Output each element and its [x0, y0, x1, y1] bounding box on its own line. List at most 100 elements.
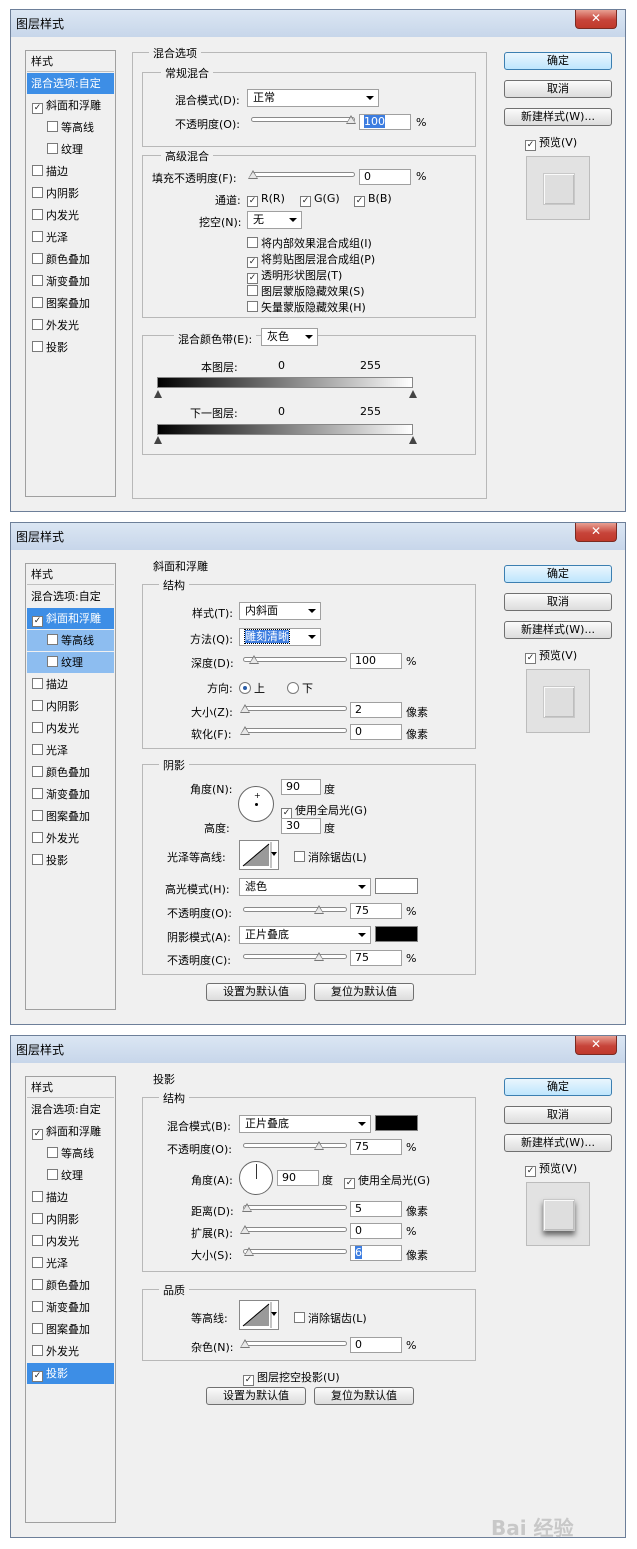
- fill-opacity-slider[interactable]: [248, 170, 355, 179]
- direction-down-radio[interactable]: 下: [287, 680, 313, 696]
- noise-slider[interactable]: [240, 1339, 347, 1348]
- close-button[interactable]: ✕: [575, 1036, 617, 1055]
- shadow-opacity-input[interactable]: 75: [350, 950, 402, 966]
- style-inner-shadow[interactable]: 内阴影: [27, 1209, 119, 1230]
- checkbox-icon[interactable]: [32, 788, 43, 799]
- cancel-button[interactable]: 取消: [504, 593, 612, 611]
- style-gradient-overlay[interactable]: 渐变叠加: [27, 1297, 119, 1318]
- shadow-color-swatch[interactable]: [375, 1115, 418, 1131]
- layer-knocks-out-checkbox[interactable]: ✓ 图层挖空投影(U): [243, 1369, 340, 1386]
- checkbox-icon[interactable]: [32, 700, 43, 711]
- slider-thumb[interactable]: [314, 905, 324, 914]
- style-pattern-overlay[interactable]: 图案叠加: [27, 293, 119, 314]
- fill-opacity-input[interactable]: 0: [359, 169, 411, 185]
- checkbox-icon[interactable]: [32, 275, 43, 286]
- checkbox-icon[interactable]: ✓: [247, 196, 258, 207]
- slider-thumb[interactable]: [409, 436, 417, 444]
- close-button[interactable]: ✕: [575, 523, 617, 542]
- checkbox-icon[interactable]: ✓: [243, 1375, 254, 1386]
- slider-thumb[interactable]: [409, 390, 417, 398]
- shadow-color-swatch[interactable]: [375, 926, 418, 942]
- slider-thumb[interactable]: [240, 1339, 250, 1348]
- set-default-button[interactable]: 设置为默认值: [206, 983, 306, 1001]
- checkbox-icon[interactable]: [32, 854, 43, 865]
- checkbox-icon[interactable]: [32, 297, 43, 308]
- checkbox-icon[interactable]: [32, 766, 43, 777]
- global-light-checkbox[interactable]: ✓ 使用全局光(G): [344, 1172, 430, 1189]
- slider-thumb[interactable]: [240, 704, 250, 713]
- preview-checkbox[interactable]: ✓ 预览(V): [525, 647, 577, 664]
- slider-thumb[interactable]: [240, 1225, 250, 1234]
- style-inner-shadow[interactable]: 内阴影: [27, 696, 119, 717]
- shadow-mode-select[interactable]: 正片叠底: [239, 926, 371, 944]
- angle-dial[interactable]: [239, 1161, 273, 1195]
- layer-mask-hides-checkbox[interactable]: 图层蒙版隐藏效果(S): [247, 283, 365, 299]
- style-stroke[interactable]: 描边: [27, 674, 119, 695]
- cancel-button[interactable]: 取消: [504, 1106, 612, 1124]
- angle-input[interactable]: 90: [277, 1170, 319, 1186]
- style-blend-options[interactable]: 混合选项:自定: [27, 73, 114, 94]
- style-stroke[interactable]: 描边: [27, 161, 119, 182]
- style-bevel[interactable]: ✓ 斜面和浮雕: [27, 608, 114, 629]
- opacity-input[interactable]: 100: [359, 114, 411, 130]
- checkbox-icon[interactable]: [47, 143, 58, 154]
- slider-thumb[interactable]: [154, 436, 162, 444]
- checkbox-icon[interactable]: [32, 319, 43, 330]
- soften-slider[interactable]: [240, 726, 347, 735]
- checkbox-icon[interactable]: [32, 1301, 43, 1312]
- new-style-button[interactable]: 新建样式(W)...: [504, 108, 612, 126]
- spread-slider[interactable]: [240, 1225, 347, 1234]
- checkbox-icon[interactable]: [247, 301, 258, 312]
- technique-select[interactable]: 雕刻清晰: [239, 628, 321, 646]
- altitude-input[interactable]: 30: [281, 818, 321, 834]
- reset-default-button[interactable]: 复位为默认值: [314, 1387, 414, 1405]
- noise-input[interactable]: 0: [350, 1337, 402, 1353]
- shadow-opacity-slider[interactable]: [243, 952, 347, 961]
- set-default-button[interactable]: 设置为默认值: [206, 1387, 306, 1405]
- checkbox-icon[interactable]: [32, 678, 43, 689]
- highlight-opacity-slider[interactable]: [243, 905, 347, 914]
- bevel-style-select[interactable]: 内斜面: [239, 602, 321, 620]
- highlight-opacity-input[interactable]: 75: [350, 903, 402, 919]
- size-input[interactable]: 6: [350, 1245, 402, 1261]
- checkbox-icon[interactable]: [32, 165, 43, 176]
- ok-button[interactable]: 确定: [504, 52, 612, 70]
- style-pattern-overlay[interactable]: 图案叠加: [27, 1319, 119, 1340]
- slider-thumb[interactable]: [240, 726, 250, 735]
- style-blend-options[interactable]: 混合选项:自定: [27, 586, 114, 607]
- checkbox-icon[interactable]: ✓: [32, 103, 43, 114]
- anti-alias-checkbox[interactable]: 消除锯齿(L): [294, 1310, 367, 1326]
- checkbox-icon[interactable]: [32, 253, 43, 264]
- contour-picker[interactable]: [239, 1300, 279, 1330]
- style-gradient-overlay[interactable]: 渐变叠加: [27, 784, 119, 805]
- style-color-overlay[interactable]: 颜色叠加: [27, 1275, 119, 1296]
- checkbox-icon[interactable]: ✓: [525, 1166, 536, 1177]
- style-inner-glow[interactable]: 内发光: [27, 1231, 119, 1252]
- blend-if-select[interactable]: 灰色: [261, 328, 318, 346]
- opacity-slider[interactable]: [243, 1141, 347, 1150]
- ok-button[interactable]: 确定: [504, 1078, 612, 1096]
- checkbox-icon[interactable]: [32, 810, 43, 821]
- style-bevel[interactable]: ✓ 斜面和浮雕: [27, 1121, 119, 1142]
- blend-mode-select[interactable]: 正常: [247, 89, 379, 107]
- checkbox-icon[interactable]: [47, 121, 58, 132]
- reset-default-button[interactable]: 复位为默认值: [314, 983, 414, 1001]
- underlying-gradient[interactable]: [157, 424, 413, 435]
- preview-checkbox[interactable]: ✓ 预览(V): [525, 1160, 577, 1177]
- transparency-shapes-checkbox[interactable]: ✓ 透明形状图层(T): [247, 267, 342, 284]
- depth-input[interactable]: 100: [350, 653, 402, 669]
- style-drop-shadow[interactable]: 投影: [27, 337, 119, 358]
- radio-icon[interactable]: [287, 682, 299, 694]
- style-bevel[interactable]: ✓ 斜面和浮雕: [27, 95, 119, 116]
- checkbox-icon[interactable]: [32, 341, 43, 352]
- distance-slider[interactable]: [242, 1203, 347, 1212]
- channel-g-checkbox[interactable]: ✓ G(G): [300, 192, 340, 207]
- checkbox-icon[interactable]: ✓: [32, 1129, 43, 1140]
- checkbox-icon[interactable]: ✓: [525, 140, 536, 151]
- blend-interior-checkbox[interactable]: 将内部效果混合成组(I): [247, 235, 372, 251]
- checkbox-icon[interactable]: [32, 1235, 43, 1246]
- slider-thumb[interactable]: [314, 1141, 324, 1150]
- checkbox-icon[interactable]: ✓: [354, 196, 365, 207]
- new-style-button[interactable]: 新建样式(W)...: [504, 1134, 612, 1152]
- checkbox-icon[interactable]: [294, 1312, 305, 1323]
